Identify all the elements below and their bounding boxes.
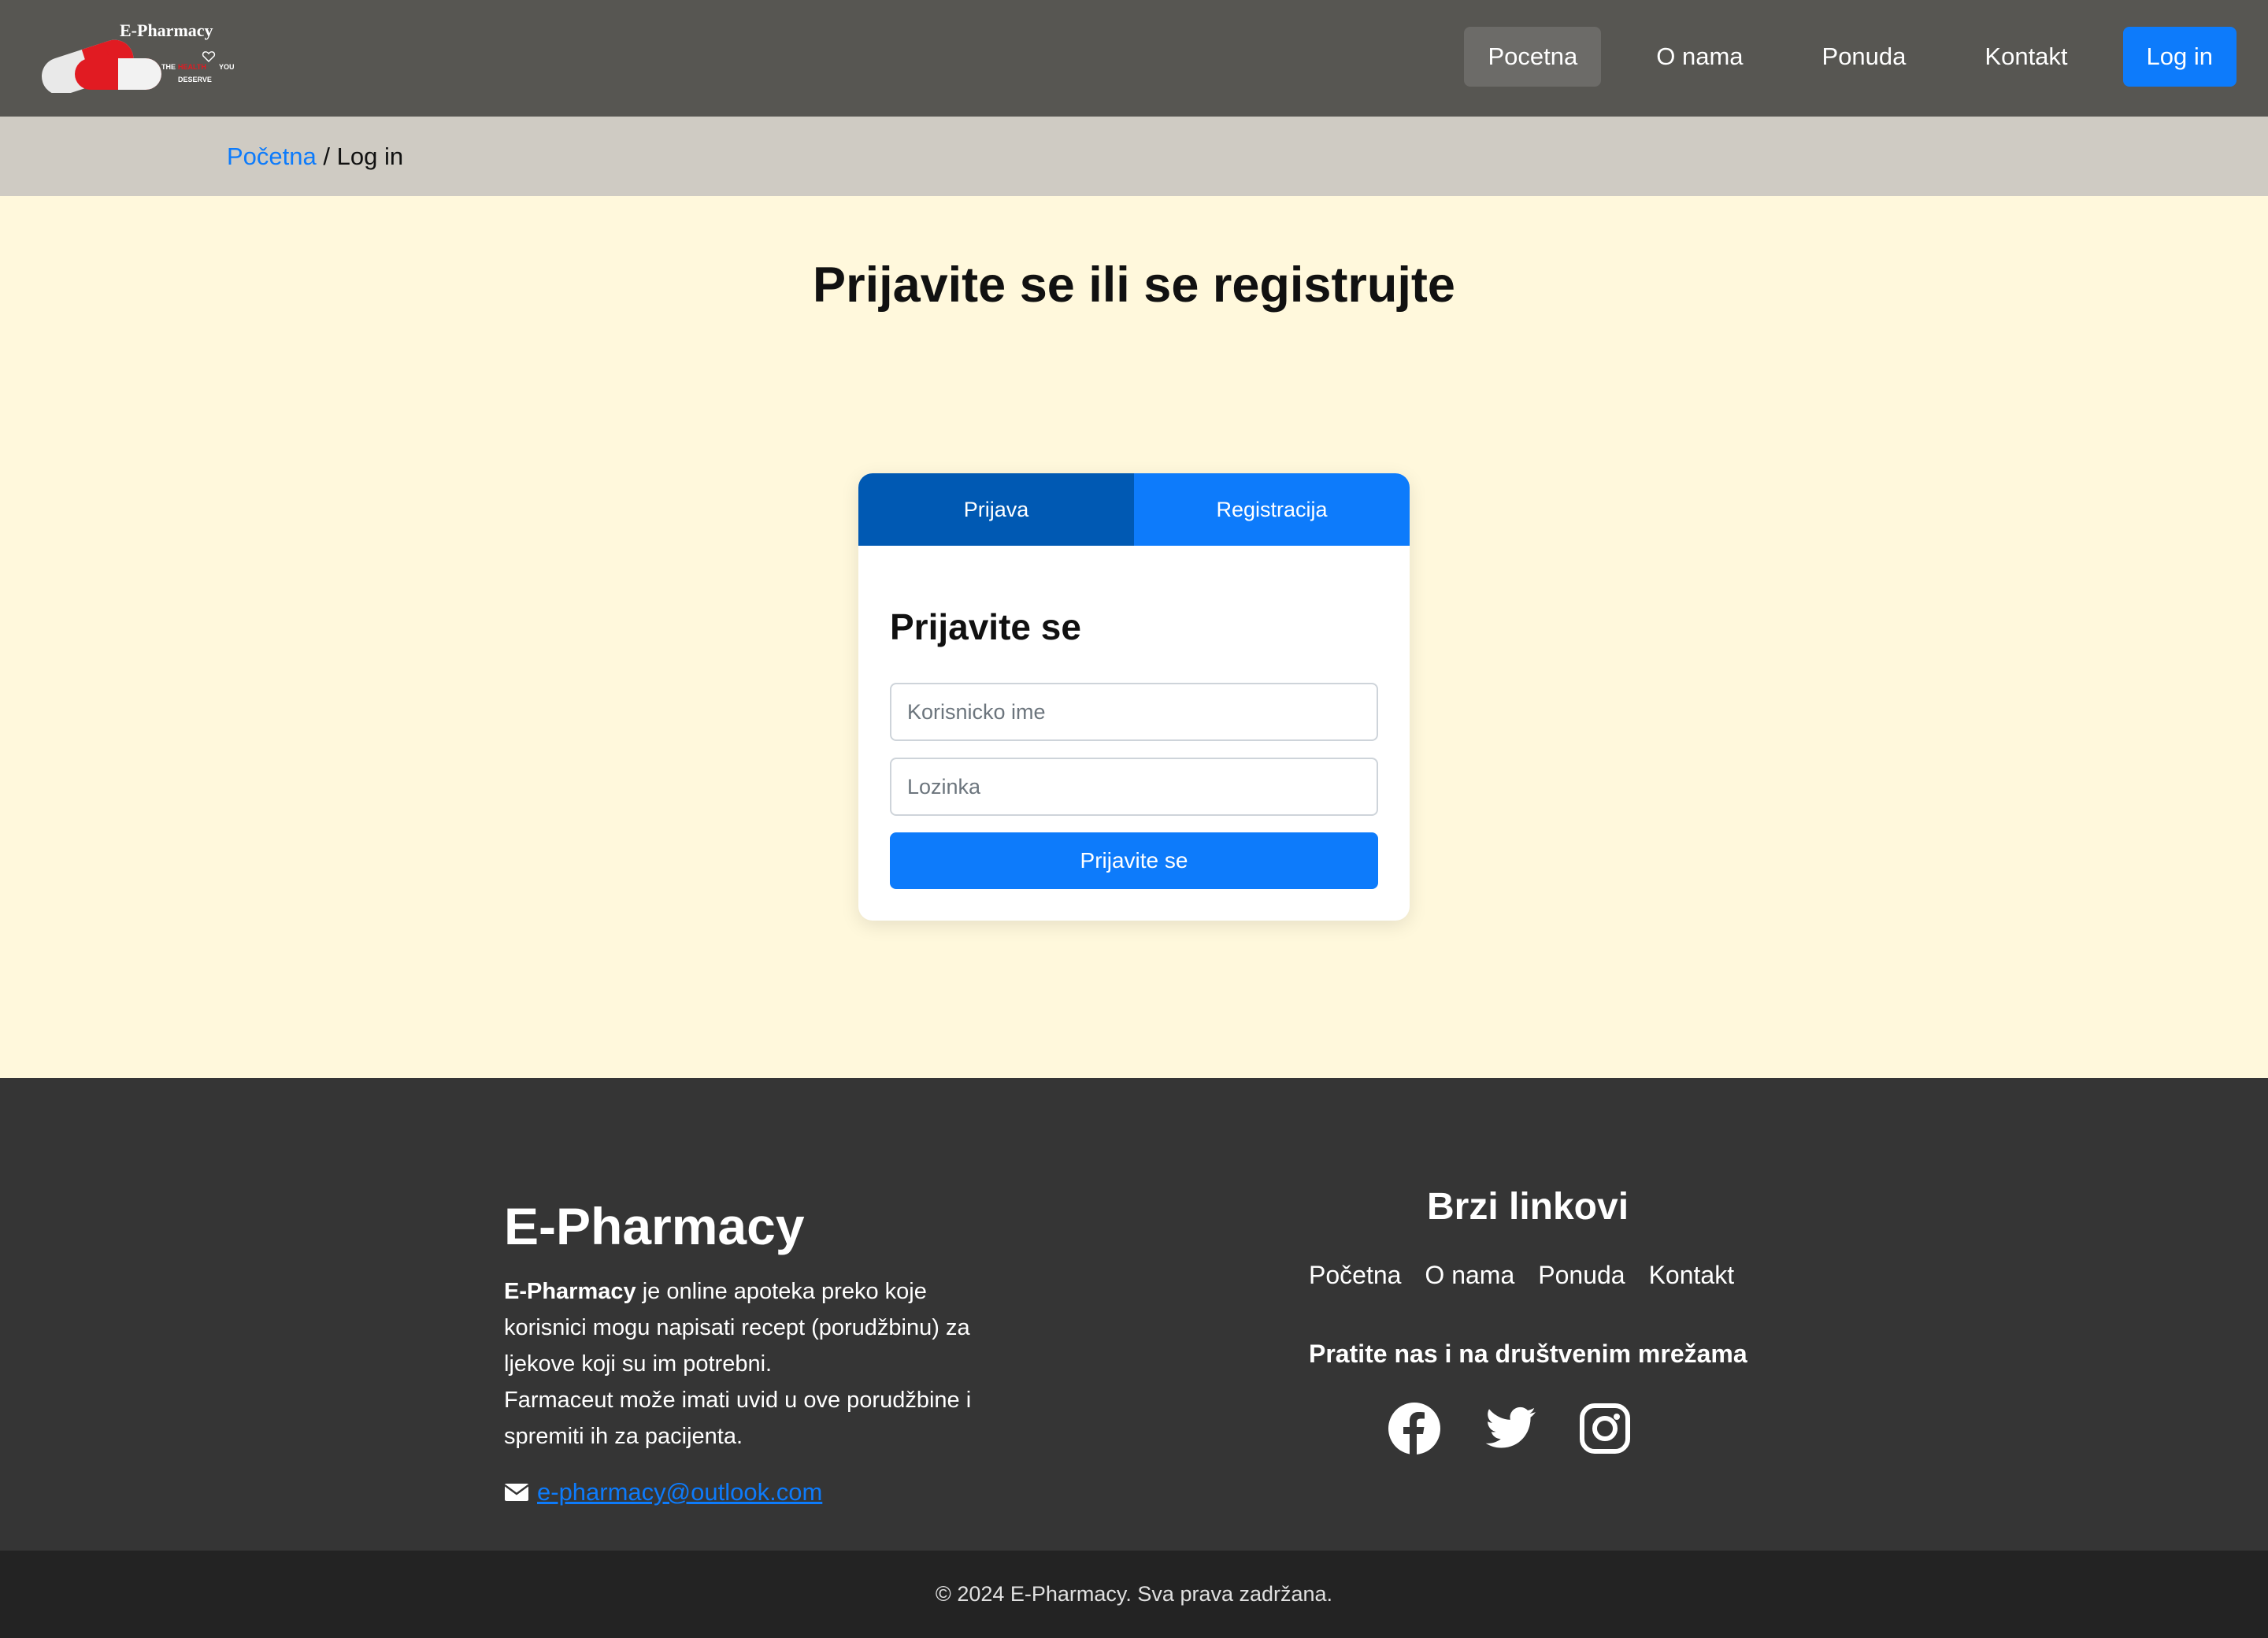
footer-desc-bold: E-Pharmacy [504,1279,636,1304]
logo[interactable]: E-Pharmacy THE HEALTH YOU DESERVE [32,17,244,93]
envelope-icon [504,1484,529,1501]
nav-link-ponuda[interactable]: Ponuda [1799,27,1930,87]
login-form-title: Prijavite se [890,606,1081,647]
nav-link-pocetna[interactable]: Pocetna [1464,27,1602,87]
footer-description: E-Pharmacy je online apoteka preko koje … [504,1273,1008,1455]
footer-link-kontakt[interactable]: Kontakt [1649,1261,1735,1290]
breadcrumb-separator: / [316,143,337,170]
footer-link-ponuda[interactable]: Ponuda [1538,1261,1625,1290]
nav-links: Pocetna O nama Ponuda Kontakt Log in [1432,27,2236,87]
footer-quick-links-title: Brzi linkovi [1426,1186,1629,1228]
logo-tagline-you: YOU [219,63,235,71]
footer-link-pocetna[interactable]: Početna [1309,1261,1401,1290]
breadcrumb-current: Log in [336,143,404,170]
logo-brand-text: E-Pharmacy [120,20,213,40]
login-button[interactable]: Log in [2122,27,2236,87]
footer-link-o-nama[interactable]: O nama [1425,1261,1514,1290]
twitter-icon[interactable] [1484,1401,1539,1456]
footer: E-Pharmacy E-Pharmacy je online apoteka … [0,1078,2268,1551]
username-input[interactable] [890,683,1378,741]
login-submit-button[interactable]: Prijavite se [890,832,1378,889]
footer-social-title: Pratite nas i na društvenim mrežama [1309,1340,1747,1368]
instagram-icon[interactable] [1577,1401,1632,1456]
nav-link-kontakt[interactable]: Kontakt [1961,27,2091,87]
footer-brand: E-Pharmacy [504,1197,805,1255]
footer-desc-line2: Farmaceut može imati uvid u ove porudžbi… [504,1388,972,1449]
page-title: Prijavite se ili se registrujte [813,258,1455,313]
copyright-bar: © 2024 E-Pharmacy. Sva prava zadržana. [0,1551,2268,1638]
auth-tabs: Prijava Registracija [858,473,1410,546]
nav-link-o-nama[interactable]: O nama [1632,27,1766,87]
facebook-icon[interactable] [1387,1401,1442,1456]
tab-prijava[interactable]: Prijava [858,473,1134,546]
auth-card: Prijava Registracija Prijavite se Prijav… [858,473,1410,921]
logo-tagline-health: HEALTH [178,63,206,71]
footer-email: e-pharmacy@outlook.com [504,1478,822,1506]
footer-quick-links: Početna O nama Ponuda Kontakt [1309,1261,1758,1290]
tab-registracija[interactable]: Registracija [1134,473,1410,546]
password-input[interactable] [890,758,1378,816]
logo-tagline-deserve: DESERVE [178,76,212,83]
breadcrumb: Početna / Log in [0,117,2268,196]
footer-email-link[interactable]: e-pharmacy@outlook.com [537,1478,822,1506]
logo-tagline-the: THE [161,63,176,71]
navbar: E-Pharmacy THE HEALTH YOU DESERVE Pocetn… [0,0,2268,117]
breadcrumb-home-link[interactable]: Početna [227,143,317,170]
